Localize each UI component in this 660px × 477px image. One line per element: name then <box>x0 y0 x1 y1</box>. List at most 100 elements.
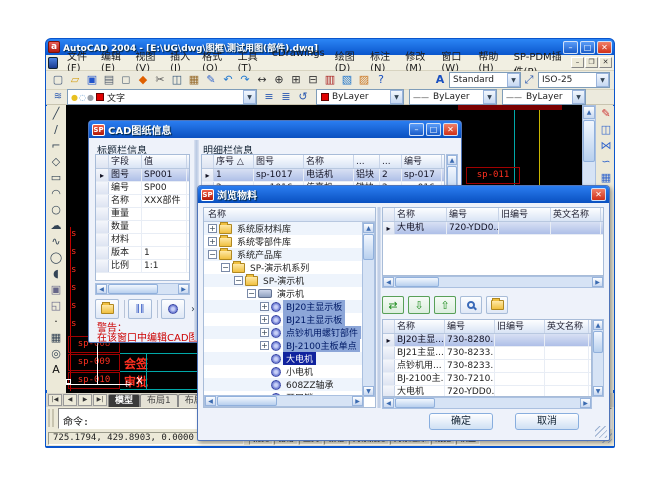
close-button[interactable]: ✕ <box>597 41 612 54</box>
zoom-previous-icon[interactable]: ⊟ <box>305 72 321 88</box>
plot-preview-icon[interactable]: ◻ <box>118 72 134 88</box>
point-icon[interactable]: · <box>48 314 64 330</box>
scroll-down-icon[interactable]: ▼ <box>593 386 603 396</box>
table-row[interactable]: 材料 <box>96 234 189 247</box>
text-style-combo[interactable]: Standard ▼ <box>449 72 521 88</box>
scroll-right-icon[interactable]: ▶ <box>580 398 591 408</box>
make-layer-current-icon[interactable]: ≣ <box>278 89 294 105</box>
copy-object-icon[interactable]: ◫ <box>598 122 614 138</box>
column-header[interactable]: 字段 <box>109 155 142 168</box>
chevron-down-icon[interactable]: ▼ <box>572 90 585 104</box>
tree-hscrollbar[interactable]: ◀ ▶ <box>204 395 364 407</box>
row-selector[interactable] <box>96 247 109 259</box>
mirror-icon[interactable]: ⋈ <box>598 138 614 154</box>
collapse-icon[interactable]: − <box>234 276 243 285</box>
top-grid-hscrollbar[interactable]: ◀ ▶ <box>382 276 604 288</box>
table-row[interactable]: 重量 <box>96 208 189 221</box>
make-block-icon[interactable]: ◱ <box>48 298 64 314</box>
table-row[interactable]: 编号SP00 <box>96 182 189 195</box>
array-icon[interactable]: ▦ <box>598 170 614 186</box>
table-row[interactable]: ▸1sp-1017电话机铝块2sp-017 <box>202 169 444 182</box>
table-row[interactable]: ▸大电机720-YDD0... <box>383 222 603 235</box>
titleblock-hscrollbar[interactable]: ◀ ▶ <box>95 283 190 295</box>
tree-item[interactable]: +点钞机用螺钉部件 <box>204 326 362 339</box>
chevron-down-icon[interactable]: ▼ <box>507 73 520 87</box>
scroll-up-icon[interactable]: ▲ <box>363 223 374 233</box>
dialog-minimize-button[interactable]: – <box>409 123 424 136</box>
collapse-icon[interactable]: − <box>247 289 256 298</box>
zoom-realtime-icon[interactable]: ⊕ <box>271 72 287 88</box>
scroll-left-icon[interactable]: ◀ <box>96 284 107 294</box>
scroll-thumb[interactable] <box>395 277 439 287</box>
scroll-down-icon[interactable]: ▼ <box>363 386 374 396</box>
dialog-resize-grip[interactable] <box>595 426 607 438</box>
table-row[interactable]: BJ-2100主...730-7210... <box>383 373 591 386</box>
scroll-up-icon[interactable]: ▲ <box>583 106 595 119</box>
table-row[interactable]: 名称XXX部件 <box>96 195 189 208</box>
revision-cloud-icon[interactable]: ☁ <box>48 218 64 234</box>
column-header[interactable]: ... <box>354 155 380 168</box>
row-selector[interactable]: ▸ <box>96 169 109 181</box>
ok-button[interactable]: 确定 <box>429 413 493 430</box>
scroll-left-icon[interactable]: ◀ <box>205 396 216 406</box>
move-up-icon[interactable]: ⇧ <box>434 296 456 314</box>
row-selector[interactable] <box>383 360 395 372</box>
tree-item[interactable]: +BJ21主显示板 <box>204 313 362 326</box>
column-header[interactable]: 名称 <box>395 208 447 221</box>
circle-icon[interactable]: ○ <box>48 202 64 218</box>
chevron-down-icon[interactable]: ▼ <box>390 90 403 104</box>
polygon-icon[interactable]: ◇ <box>48 154 64 170</box>
doc-close-button[interactable]: ✕ <box>599 57 612 68</box>
row-selector[interactable]: ▸ <box>383 222 395 234</box>
text-icon[interactable]: A <box>48 362 64 378</box>
tab-layout1[interactable]: 布局1 <box>140 394 178 407</box>
tree-item[interactable]: 608ZZ轴承 <box>204 378 362 391</box>
tree-item[interactable]: −系统产品库 <box>204 248 362 261</box>
construction-line-icon[interactable]: ∕ <box>48 122 64 138</box>
column-header[interactable]: 序号 △ <box>214 155 254 168</box>
dialog-maximize-button[interactable]: □ <box>426 123 441 136</box>
scroll-thumb[interactable] <box>108 284 158 294</box>
column-header[interactable]: 旧编号 <box>499 208 551 221</box>
tree-item[interactable]: −SP-演示机系列 <box>204 261 362 274</box>
transfer-icon[interactable]: ⇄ <box>382 296 404 314</box>
offset-icon[interactable]: ∽ <box>598 154 614 170</box>
ellipse-arc-icon[interactable]: ◖ <box>48 266 64 282</box>
new-icon[interactable]: ▢ <box>50 72 66 88</box>
color-combo[interactable]: ByLayer ▼ <box>316 89 404 105</box>
column-header[interactable]: 图号 <box>254 155 304 168</box>
dim-style-combo[interactable]: ISO-25 ▼ <box>538 72 610 88</box>
doc-restore-button[interactable]: ❐ <box>585 57 598 68</box>
arc-icon[interactable]: ◠ <box>48 186 64 202</box>
tab-nav-button[interactable]: ◀ <box>63 394 77 406</box>
expand-icon[interactable]: + <box>260 328 269 337</box>
rectangle-icon[interactable]: ▭ <box>48 170 64 186</box>
cancel-button[interactable]: 取消 <box>515 413 579 430</box>
expand-icon[interactable]: + <box>260 302 269 311</box>
erase-icon[interactable]: ✎ <box>598 106 614 122</box>
tab-model[interactable]: 模型 <box>108 394 140 407</box>
scroll-thumb[interactable] <box>593 331 603 353</box>
scroll-thumb[interactable] <box>583 120 595 162</box>
row-selector[interactable] <box>383 373 395 385</box>
table-row[interactable]: 大电机720-YDD0... <box>383 386 591 397</box>
layers-icon[interactable]: ≋ <box>50 89 66 105</box>
lineweight-combo[interactable]: —— ByLayer ▼ <box>502 89 586 105</box>
pan-icon[interactable]: ↔ <box>254 72 270 88</box>
table-row[interactable]: 点钞机用...730-8233... <box>383 360 591 373</box>
tree-item[interactable]: +BJ20主显示板 <box>204 300 362 313</box>
layers-dialog-icon[interactable]: ≡ <box>261 89 277 105</box>
column-header[interactable]: 名称 <box>395 320 445 333</box>
open-folder-icon[interactable] <box>486 296 508 314</box>
undo-icon[interactable]: ↶ <box>220 72 236 88</box>
tab-nav-button[interactable]: ▶ <box>78 394 92 406</box>
bottom-grid-hscrollbar[interactable]: ◀ ▶ <box>382 397 592 409</box>
open-folder-button[interactable] <box>95 299 119 319</box>
tree-item[interactable]: 小电机 <box>204 365 362 378</box>
insert-block-icon[interactable]: ▣ <box>48 282 64 298</box>
cut-icon[interactable]: ✂ <box>152 72 168 88</box>
dialog-close-button[interactable]: ✕ <box>591 188 606 201</box>
dialog-title-bar[interactable]: SP CAD图纸信息 – □ ✕ <box>89 121 461 138</box>
help-icon[interactable]: ? <box>373 72 389 88</box>
chevron-down-icon[interactable]: ▼ <box>596 73 609 87</box>
